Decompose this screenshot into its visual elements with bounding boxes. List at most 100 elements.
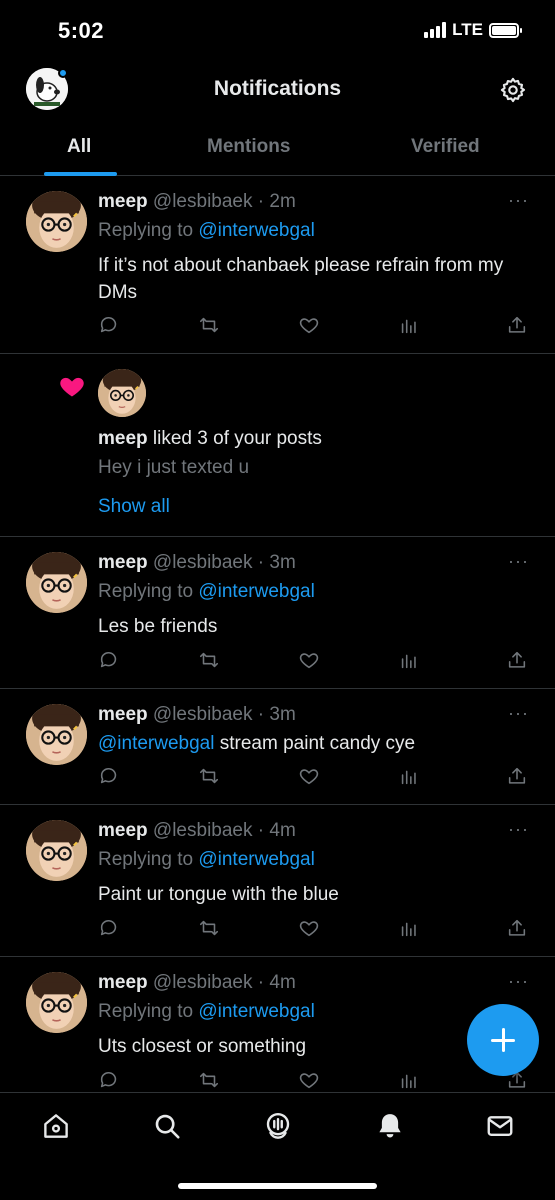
messages-icon[interactable] [485,1111,515,1141]
tweet-text: Uts closest or something [98,1036,307,1057]
share-icon[interactable] [506,649,528,671]
replying-to: Replying to @interwebgal [98,849,315,871]
replying-to: Replying to @interwebgal [98,220,315,242]
home-indicator [178,1183,377,1189]
user-name[interactable]: meep [98,552,148,573]
replying-prefix: Replying to [98,220,194,241]
heart-icon [58,372,86,400]
replying-to: Replying to @interwebgal [98,581,315,603]
user-name[interactable]: meep [98,972,148,993]
reply-icon[interactable] [98,917,120,939]
tab-verified[interactable]: Verified [411,136,480,158]
share-icon[interactable] [506,314,528,336]
reply-icon[interactable] [98,314,120,336]
notification-item[interactable]: meep @lesbibaek · 3m ··· Replying to @in… [0,537,555,689]
more-options-icon[interactable]: ··· [508,971,529,992]
timestamp: · 4m [257,972,296,993]
avatar[interactable] [26,191,87,252]
tab-all[interactable]: All [67,136,91,158]
retweet-icon[interactable] [198,1069,220,1091]
battery-icon [489,22,522,38]
like-icon[interactable] [298,917,320,939]
like-icon[interactable] [298,765,320,787]
analytics-icon[interactable] [398,314,420,336]
gear-icon[interactable] [499,76,527,104]
user-handle: @lesbibaek [152,704,253,725]
home-icon[interactable] [41,1111,71,1141]
timestamp: · 4m [257,820,296,841]
tweet-header: meep @lesbibaek · 4m [98,820,296,842]
avatar[interactable] [26,552,87,613]
notification-item[interactable]: meep @lesbibaek · 3m ··· @interwebgal st… [0,689,555,805]
user-name[interactable]: meep [98,820,148,841]
more-options-icon[interactable]: ··· [508,703,529,724]
avatar[interactable] [26,972,87,1033]
share-icon[interactable] [506,917,528,939]
retweet-icon[interactable] [198,765,220,787]
tweet-actions [98,1069,528,1091]
user-name[interactable]: meep [98,704,148,725]
compose-tweet-button[interactable] [467,1004,539,1076]
tweet-actions [98,765,528,787]
like-summary: meep liked 3 of your posts [98,428,322,450]
tweet-header: meep @lesbibaek · 3m [98,704,296,726]
like-icon[interactable] [298,1069,320,1091]
mention-link[interactable]: @interwebgal [198,581,314,602]
status-bar: 5:02 LTE [0,0,555,62]
tab-mentions[interactable]: Mentions [207,136,290,158]
notifications-icon[interactable] [375,1111,405,1141]
replying-prefix: Replying to [98,1001,194,1022]
more-options-icon[interactable]: ··· [508,551,529,572]
avatar[interactable] [26,820,87,881]
tweet-body: stream paint candy cye [219,733,416,754]
avatar[interactable] [26,704,87,765]
analytics-icon[interactable] [398,917,420,939]
timestamp: · 3m [257,704,296,725]
cellular-signal-icon [424,22,447,38]
share-icon[interactable] [506,765,528,787]
user-handle: @lesbibaek [152,820,253,841]
user-handle: @lesbibaek [152,191,253,212]
tweet-text: If it’s not about chanbaek please refrai… [98,255,504,303]
status-indicators: LTE [424,20,522,40]
user-handle: @lesbibaek [152,552,253,573]
avatar[interactable] [98,369,146,417]
analytics-icon[interactable] [398,1069,420,1091]
header: Notifications [0,62,555,118]
replying-to: Replying to @interwebgal [98,1001,315,1023]
notifications-feed: meep @lesbibaek · 2m ··· Replying to @in… [0,176,555,1092]
mention-link[interactable]: @interwebgal [198,1001,314,1022]
like-icon[interactable] [298,314,320,336]
tweet-text: Les be friends [98,616,218,637]
like-icon[interactable] [298,649,320,671]
notification-item[interactable]: meep @lesbibaek · 2m ··· Replying to @in… [0,176,555,354]
like-notification[interactable]: meep liked 3 of your posts Hey i just te… [0,354,555,537]
reply-icon[interactable] [98,1069,120,1091]
mention-link[interactable]: @interwebgal [198,849,314,870]
reply-icon[interactable] [98,649,120,671]
retweet-icon[interactable] [198,917,220,939]
retweet-icon[interactable] [198,314,220,336]
tweet-actions [98,314,528,336]
analytics-icon[interactable] [398,649,420,671]
show-all-link[interactable]: Show all [98,496,170,518]
liked-post-preview[interactable]: Hey i just texted u [98,457,249,479]
search-icon[interactable] [152,1111,182,1141]
notification-item[interactable]: meep @lesbibaek · 4m ··· Replying to @in… [0,805,555,957]
mention-link[interactable]: @interwebgal [98,733,214,754]
tweet-header: meep @lesbibaek · 3m [98,552,296,574]
timestamp: · 3m [257,552,296,573]
user-name[interactable]: meep [98,428,148,449]
timestamp: · 2m [257,191,296,212]
analytics-icon[interactable] [398,765,420,787]
user-name[interactable]: meep [98,191,148,212]
spaces-icon[interactable] [263,1111,293,1141]
page-title: Notifications [213,77,342,100]
reply-icon[interactable] [98,765,120,787]
more-options-icon[interactable]: ··· [508,190,529,211]
retweet-icon[interactable] [198,649,220,671]
mention-link[interactable]: @interwebgal [198,220,314,241]
replying-prefix: Replying to [98,581,194,602]
more-options-icon[interactable]: ··· [508,819,529,840]
tweet-actions [98,917,528,939]
